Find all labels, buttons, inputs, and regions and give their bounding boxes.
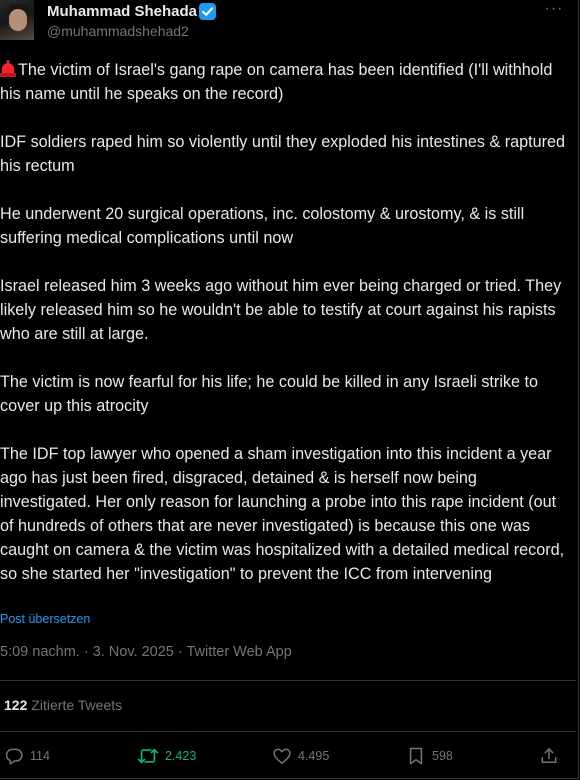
tweet-text: The victim of Israel's gang rape on came… xyxy=(0,58,572,586)
share-icon xyxy=(539,746,559,766)
heart-icon xyxy=(272,746,292,766)
divider xyxy=(0,680,576,681)
translate-post-link[interactable]: Post übersetzen xyxy=(0,612,90,626)
reply-icon xyxy=(4,746,24,766)
verified-badge-icon xyxy=(199,3,216,20)
tweet-paragraph: The victim is now fearful for his life; … xyxy=(0,373,539,415)
reply-count: 114 xyxy=(30,749,50,763)
tweet-paragraph-text: The victim of Israel's gang rape on came… xyxy=(0,61,553,103)
tweet-timestamp-source[interactable]: 5:09 nachm. · 3. Nov. 2025 · Twitter Web… xyxy=(0,644,292,660)
like-button[interactable]: 4.495 xyxy=(272,742,329,770)
bookmark-button[interactable]: 598 xyxy=(406,742,453,770)
tweet-paragraph: IDF soldiers raped him so violently unti… xyxy=(0,133,566,175)
police-car-light-icon xyxy=(0,60,16,77)
tweet-paragraph: He underwent 20 surgical operations, inc… xyxy=(0,205,525,247)
tweet-paragraph: Israel released him 3 weeks ago without … xyxy=(0,277,562,343)
share-button[interactable] xyxy=(539,742,559,770)
tweet-container: Muhammad Shehada @muhammadshehad2 ··· Th… xyxy=(0,0,579,779)
quote-tweets-link[interactable]: 122 Zitierte Tweets xyxy=(4,697,122,713)
quote-label: Zitierte Tweets xyxy=(31,697,123,713)
author-handle[interactable]: @muhammadshehad2 xyxy=(47,23,189,39)
like-count: 4.495 xyxy=(298,749,330,763)
quote-count: 122 xyxy=(4,697,28,713)
avatar[interactable] xyxy=(0,0,34,40)
retweet-icon xyxy=(137,746,159,766)
tweet-paragraph: The IDF top lawyer who opened a sham inv… xyxy=(0,445,565,583)
reply-button[interactable]: 114 xyxy=(4,742,50,770)
tweet-paragraph: The victim of Israel's gang rape on came… xyxy=(0,58,572,106)
tweet-header: Muhammad Shehada @muhammadshehad2 ··· xyxy=(0,0,580,44)
bookmark-count: 598 xyxy=(432,749,453,763)
divider xyxy=(0,731,576,732)
more-options-icon[interactable]: ··· xyxy=(543,1,565,20)
action-bar: 114 2.423 4.495 598 xyxy=(0,742,576,770)
bookmark-icon xyxy=(406,746,426,766)
retweet-button[interactable]: 2.423 xyxy=(137,742,196,770)
author-display-name[interactable]: Muhammad Shehada xyxy=(47,3,197,20)
retweet-count: 2.423 xyxy=(165,749,197,763)
